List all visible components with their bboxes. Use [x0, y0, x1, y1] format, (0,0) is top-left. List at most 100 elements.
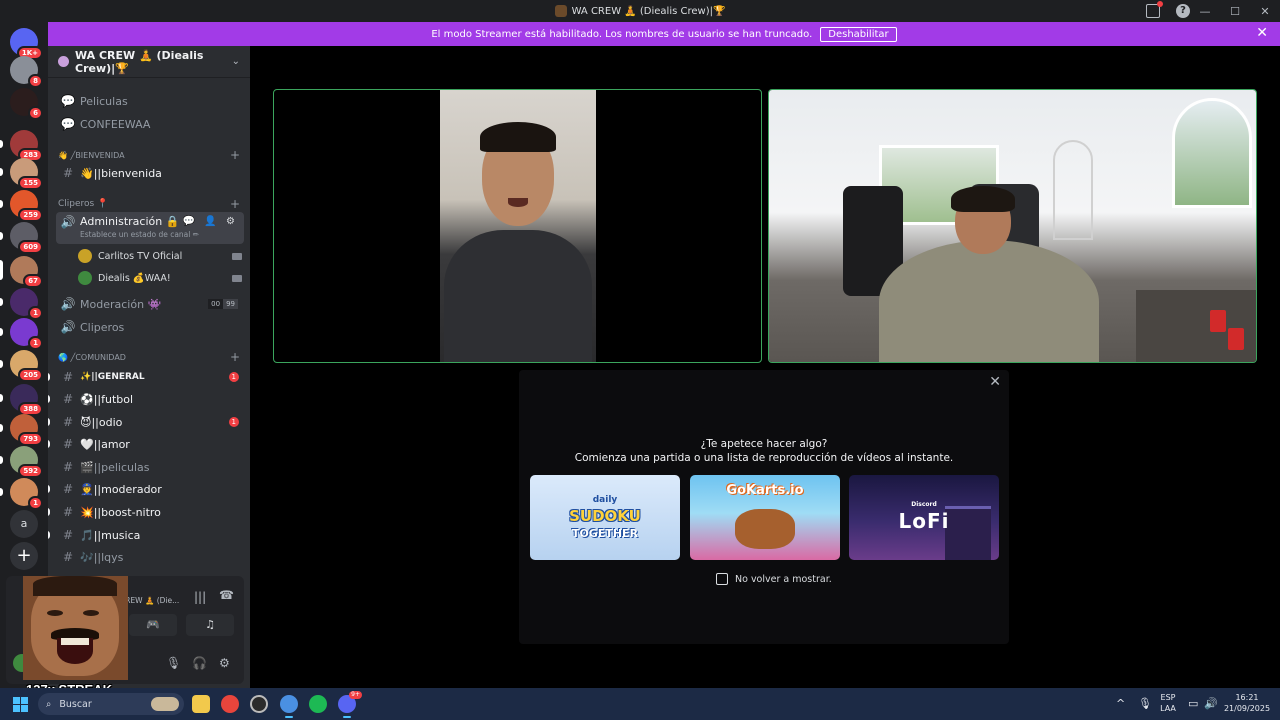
microphone-tray-icon[interactable]: 🎙 [1138, 697, 1152, 710]
search-highlight-icon[interactable] [151, 697, 179, 711]
unread-pill [0, 456, 3, 464]
hoodie-shape [444, 230, 592, 362]
file-explorer-icon[interactable] [192, 695, 210, 713]
cup-shape [1228, 328, 1244, 350]
channel-label: Peliculas [80, 94, 128, 108]
channel-confeewaa[interactable]: 💬 CONFEEWAA [56, 113, 244, 135]
checkbox-box[interactable] [716, 573, 728, 585]
channel-label: 💥||boost-nitro [80, 505, 161, 519]
channel-odio[interactable]: # 😈||odio 1 [48, 411, 244, 433]
minimize-button[interactable]: — [1190, 5, 1220, 18]
server-icon-12[interactable]: 388 [0, 384, 43, 416]
inbox-icon[interactable] [1146, 1, 1163, 18]
add-channel-icon[interactable]: + [230, 148, 240, 162]
server-icon-active[interactable]: 67 [0, 256, 43, 288]
channel-lqys[interactable]: # 🎶||lqys [56, 546, 244, 568]
category-bienvenida[interactable]: 👋 ╱BIENVENIDA + [58, 148, 240, 162]
server-icon-14[interactable]: 592 [0, 446, 43, 478]
clock[interactable]: 16:21 21/09/2025 [1222, 692, 1272, 714]
close-icon[interactable]: ✕ [989, 374, 1001, 390]
spotify-icon[interactable] [309, 695, 327, 713]
channel-boost-nitro[interactable]: # 💥||boost-nitro [48, 501, 244, 523]
add-channel-icon[interactable]: + [230, 350, 240, 364]
channel-general[interactable]: # ✨||GENERAL 1 [48, 366, 244, 388]
soundboard-button[interactable]: ♫ [186, 614, 234, 636]
windows-start-icon[interactable] [13, 697, 28, 712]
channel-peliculas-text[interactable]: # 🎬||peliculas [56, 456, 244, 478]
channel-tools-icons[interactable]: 💬 👤 ⚙ [183, 216, 238, 227]
door-shape [1053, 140, 1093, 240]
table-shape [1136, 290, 1256, 362]
channel-amor[interactable]: # 🤍||amor [48, 433, 244, 455]
chevron-up-icon[interactable]: ^ [1116, 697, 1125, 710]
server-icon-6[interactable]: 259 [0, 190, 43, 222]
channel-moderador[interactable]: # 👮||moderador [48, 478, 244, 500]
category-cliperos[interactable]: Cliperos 📍 + [58, 197, 240, 211]
server-badge: 259 [18, 208, 43, 222]
server-icon-2[interactable]: 8 [10, 56, 43, 88]
channel-peliculas[interactable]: 💬 Peliculas [56, 90, 244, 112]
help-icon[interactable]: ? [1176, 4, 1190, 18]
voice-user[interactable]: Diealis 💰WAA! [78, 268, 244, 288]
volume-icon[interactable]: 🔊 [1204, 697, 1218, 710]
chrome-icon[interactable] [221, 695, 239, 713]
add-channel-icon[interactable]: + [230, 197, 240, 211]
voice-connected-channel[interactable]: CREW 🧘 (Die... [120, 596, 179, 605]
channel-status-hint[interactable]: Establece un estado de canal ✏ [80, 230, 199, 239]
discord-icon[interactable]: 9+ [338, 691, 362, 718]
camera-icon [232, 274, 242, 282]
user-settings-icon[interactable]: ⚙ [219, 656, 230, 670]
banner-close-icon[interactable]: ✕ [1256, 25, 1268, 41]
server-icon-11[interactable]: 205 [0, 350, 43, 382]
unread-pill [48, 508, 50, 516]
chevron-down-icon[interactable]: ⌄ [232, 56, 240, 67]
voice-channel-administracion[interactable]: 🔊 Administración 🔒 Establece un estado d… [56, 212, 244, 244]
activity-button[interactable]: 🎮 [129, 614, 177, 636]
home-button[interactable]: 1K+ [10, 28, 43, 60]
dont-show-again-checkbox[interactable]: No volver a mostrar. [716, 573, 832, 585]
network-icon[interactable]: ▭ [1188, 697, 1198, 710]
server-icon-10[interactable]: 1 [0, 318, 43, 350]
microphone-icon[interactable]: 🎙 [166, 656, 181, 670]
voice-channel-cliperos[interactable]: 🔊 Cliperos [56, 316, 244, 338]
text-channel-icon: # [62, 505, 74, 519]
activity-card-sudoku[interactable]: daily SUDOKU TOGETHER [530, 475, 680, 560]
server-badge: 1 [28, 336, 43, 350]
noise-suppression-icon[interactable]: ||| [194, 590, 206, 604]
voice-channel-moderacion[interactable]: 🔊 Moderación 👾 00 99 [56, 293, 244, 315]
channel-label: 👋||bienvenida [80, 166, 162, 180]
server-header[interactable]: WA CREW 🧘 (Diealis Crew)|🏆 ⌄ [48, 46, 250, 78]
text-channel-icon: # [62, 437, 74, 451]
browser-icon[interactable] [280, 695, 298, 718]
add-server-button[interactable]: + [10, 542, 38, 570]
disconnect-icon[interactable]: ☎ [219, 588, 234, 602]
streamer-mode-banner: El modo Streamer está habilitado. Los no… [48, 22, 1280, 46]
server-icon-4[interactable]: 283 [0, 130, 43, 162]
close-window-button[interactable]: ✕ [1250, 5, 1280, 18]
server-badge: 67 [23, 274, 43, 288]
server-icon-a[interactable]: a [10, 510, 38, 538]
activity-card-gokarts[interactable]: GoKarts.io [690, 475, 840, 560]
server-badge: 205 [18, 368, 43, 382]
channel-futbol[interactable]: # ⚽||futbol [48, 388, 244, 410]
server-icon-3[interactable]: 6 [10, 88, 43, 120]
headset-icon[interactable]: 🎧 [192, 656, 207, 670]
video-tile-right[interactable] [768, 89, 1257, 363]
voice-user[interactable]: Carlitos TV Oficial [78, 246, 244, 266]
activity-card-lofi[interactable]: Discord LoFi [849, 475, 999, 560]
channel-musica[interactable]: # 🎵||musica [48, 524, 244, 546]
count-current: 00 [208, 299, 224, 309]
server-icon-15[interactable]: 1 [0, 478, 43, 510]
maximize-button[interactable]: ☐ [1220, 5, 1250, 18]
server-icon-13[interactable]: 793 [0, 414, 43, 446]
app-icon[interactable] [250, 695, 268, 713]
server-icon-5[interactable]: 155 [0, 158, 43, 190]
category-comunidad[interactable]: 🌎 ╱COMUNIDAD + [58, 350, 240, 364]
language-indicator[interactable]: ESP LAA [1158, 692, 1178, 714]
channel-bienvenida[interactable]: # 👋||bienvenida [56, 162, 244, 184]
video-tile-left[interactable] [273, 89, 762, 363]
server-icon-9[interactable]: 1 [0, 288, 43, 320]
disable-streamer-button[interactable]: Deshabilitar [820, 26, 897, 42]
server-icon-7[interactable]: 609 [0, 222, 43, 254]
server-badge-icon [58, 56, 69, 67]
